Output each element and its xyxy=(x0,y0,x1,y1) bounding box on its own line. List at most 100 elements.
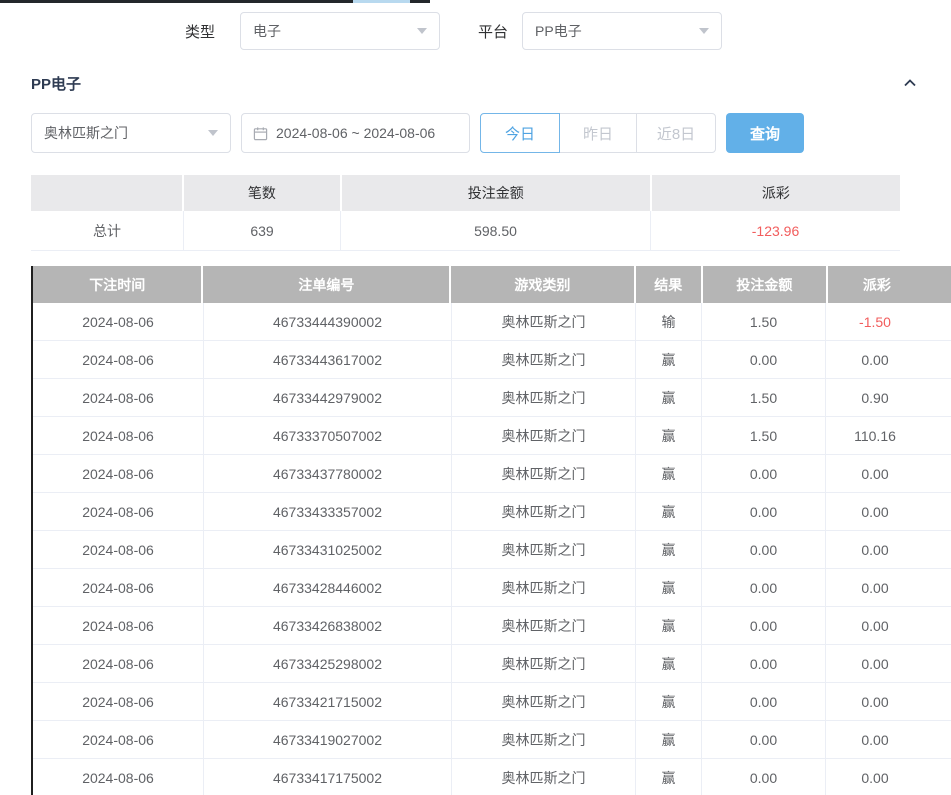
cell-order-no: 46733425298002 xyxy=(203,645,451,682)
quick-date-button-group: 今日 昨日 近8日 xyxy=(480,113,716,153)
cell-bet-amount: 0.00 xyxy=(701,607,825,644)
cell-result: 赢 xyxy=(635,531,701,568)
cell-order-no: 46733433357002 xyxy=(203,493,451,530)
cell-order-no: 46733419027002 xyxy=(203,721,451,758)
cell-bet-time: 2024-08-06 xyxy=(33,417,203,454)
cell-payout: 0.00 xyxy=(825,683,949,720)
cell-payout: 0.00 xyxy=(825,493,949,530)
cell-bet-time: 2024-08-06 xyxy=(33,379,203,416)
table-row: 2024-08-0646733419027002奥林匹斯之门赢0.000.00 xyxy=(33,721,951,759)
cell-order-no: 46733370507002 xyxy=(203,417,451,454)
cell-payout: 110.16 xyxy=(825,417,949,454)
cell-result: 赢 xyxy=(635,569,701,606)
cell-result: 赢 xyxy=(635,493,701,530)
table-row: 2024-08-0646733442979002奥林匹斯之门赢1.500.90 xyxy=(33,379,951,417)
chevron-down-icon xyxy=(208,130,218,136)
cell-game-type: 奥林匹斯之门 xyxy=(451,493,635,530)
cell-payout: 0.00 xyxy=(825,645,949,682)
calendar-icon xyxy=(253,126,268,141)
cell-payout: 0.00 xyxy=(825,569,949,606)
summary-header-payout: 派彩 xyxy=(652,175,900,211)
last-8-days-button[interactable]: 近8日 xyxy=(636,113,716,153)
today-button[interactable]: 今日 xyxy=(480,113,560,153)
cell-payout: -1.50 xyxy=(825,303,949,340)
query-bar: 奥林匹斯之门 2024-08-06 ~ 2024-08-06 今日 昨日 近8日… xyxy=(31,113,931,153)
cell-order-no: 46733431025002 xyxy=(203,531,451,568)
table-row: 2024-08-0646733431025002奥林匹斯之门赢0.000.00 xyxy=(33,531,951,569)
cell-result: 输 xyxy=(635,303,701,340)
cell-game-type: 奥林匹斯之门 xyxy=(451,417,635,454)
table-row: 2024-08-0646733444390002奥林匹斯之门输1.50-1.50 xyxy=(33,303,951,341)
summary-header-empty xyxy=(31,175,182,211)
cell-payout: 0.00 xyxy=(825,341,949,378)
summary-table-header: 笔数 投注金额 派彩 xyxy=(31,175,900,211)
cell-payout: 0.90 xyxy=(825,379,949,416)
type-label: 类型 xyxy=(185,21,215,42)
cell-game-type: 奥林匹斯之门 xyxy=(451,759,635,795)
cell-bet-time: 2024-08-06 xyxy=(33,569,203,606)
cell-bet-amount: 1.50 xyxy=(701,379,825,416)
summary-total-row: 总计 639 598.50 -123.96 xyxy=(31,211,900,251)
cell-order-no: 46733443617002 xyxy=(203,341,451,378)
cell-order-no: 46733426838002 xyxy=(203,607,451,644)
yesterday-button[interactable]: 昨日 xyxy=(559,113,637,153)
header-bet-time: 下注时间 xyxy=(33,266,201,303)
chevron-down-icon xyxy=(699,28,709,34)
cell-bet-amount: 0.00 xyxy=(701,683,825,720)
cell-payout: 0.00 xyxy=(825,607,949,644)
cell-result: 赢 xyxy=(635,379,701,416)
cell-game-type: 奥林匹斯之门 xyxy=(451,569,635,606)
top-bar-highlight xyxy=(353,0,410,3)
cell-bet-amount: 0.00 xyxy=(701,759,825,795)
cell-game-type: 奥林匹斯之门 xyxy=(451,683,635,720)
platform-select[interactable]: PP电子 xyxy=(522,12,722,50)
platform-label: 平台 xyxy=(478,21,508,42)
cell-payout: 0.00 xyxy=(825,721,949,758)
summary-table: 笔数 投注金额 派彩 总计 639 598.50 -123.96 xyxy=(31,175,900,251)
game-select[interactable]: 奥林匹斯之门 xyxy=(31,113,231,153)
section-title: PP电子 xyxy=(31,73,81,94)
header-bet-amount: 投注金额 xyxy=(703,266,826,303)
summary-total-payout: -123.96 xyxy=(650,211,900,250)
cell-bet-time: 2024-08-06 xyxy=(33,493,203,530)
cell-bet-time: 2024-08-06 xyxy=(33,721,203,758)
game-select-value: 奥林匹斯之门 xyxy=(44,123,128,143)
search-button[interactable]: 查询 xyxy=(726,113,804,153)
cell-order-no: 46733421715002 xyxy=(203,683,451,720)
type-select-value: 电子 xyxy=(253,21,281,41)
summary-total-bet-amount: 598.50 xyxy=(340,211,650,250)
cell-game-type: 奥林匹斯之门 xyxy=(451,341,635,378)
cell-bet-amount: 0.00 xyxy=(701,721,825,758)
cell-bet-amount: 0.00 xyxy=(701,569,825,606)
cell-order-no: 46733417175002 xyxy=(203,759,451,795)
cell-bet-time: 2024-08-06 xyxy=(33,531,203,568)
cell-game-type: 奥林匹斯之门 xyxy=(451,531,635,568)
chevron-up-icon xyxy=(902,75,918,91)
date-range-value: 2024-08-06 ~ 2024-08-06 xyxy=(276,125,435,141)
table-row: 2024-08-0646733426838002奥林匹斯之门赢0.000.00 xyxy=(33,607,951,645)
cell-bet-amount: 1.50 xyxy=(701,303,825,340)
cell-bet-time: 2024-08-06 xyxy=(33,303,203,340)
cell-bet-time: 2024-08-06 xyxy=(33,759,203,795)
date-range-picker[interactable]: 2024-08-06 ~ 2024-08-06 xyxy=(241,113,470,153)
records-table-header: 下注时间 注单编号 游戏类别 结果 投注金额 派彩 xyxy=(33,266,951,303)
summary-header-count: 笔数 xyxy=(184,175,340,211)
cell-bet-amount: 0.00 xyxy=(701,531,825,568)
collapse-button[interactable] xyxy=(900,73,920,93)
cell-game-type: 奥林匹斯之门 xyxy=(451,303,635,340)
records-table-body: 2024-08-0646733444390002奥林匹斯之门输1.50-1.50… xyxy=(33,303,951,795)
cell-game-type: 奥林匹斯之门 xyxy=(451,645,635,682)
cell-order-no: 46733428446002 xyxy=(203,569,451,606)
section-header: PP电子 xyxy=(31,70,920,96)
cell-game-type: 奥林匹斯之门 xyxy=(451,379,635,416)
cell-result: 赢 xyxy=(635,683,701,720)
table-row: 2024-08-0646733433357002奥林匹斯之门赢0.000.00 xyxy=(33,493,951,531)
header-payout: 派彩 xyxy=(828,266,951,303)
cell-payout: 0.00 xyxy=(825,455,949,492)
cell-result: 赢 xyxy=(635,417,701,454)
header-order-no: 注单编号 xyxy=(203,266,449,303)
cell-result: 赢 xyxy=(635,721,701,758)
summary-total-label: 总计 xyxy=(31,211,183,250)
cell-bet-amount: 0.00 xyxy=(701,493,825,530)
type-select[interactable]: 电子 xyxy=(240,12,440,50)
